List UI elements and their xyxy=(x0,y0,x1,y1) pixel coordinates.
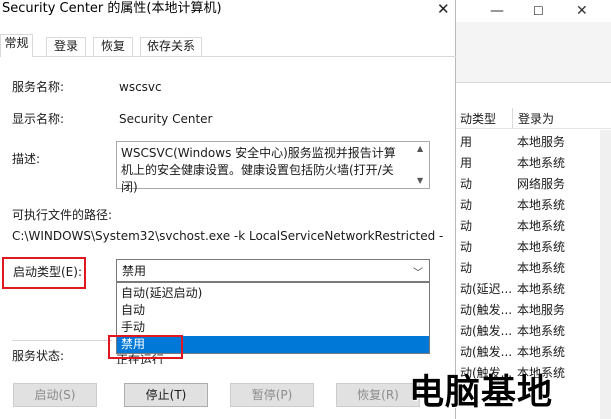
properties-dialog: Security Center 的属性(本地计算机) ✕ 常规 登录 恢复 依存… xyxy=(0,0,456,419)
startup-type-cell: 动 xyxy=(460,198,473,212)
table-row[interactable]: 动(触发... 本地系统 xyxy=(455,321,611,342)
table-row[interactable]: 动 本地系统 xyxy=(455,195,611,216)
dropdown-option-auto[interactable]: 自动 xyxy=(117,302,429,319)
log-on-as-cell: 本地服务 xyxy=(517,135,566,149)
startup-type-selected: 禁用 xyxy=(122,264,147,278)
dialog-title: Security Center 的属性(本地计算机) xyxy=(2,1,222,16)
column-header-startup-type[interactable]: 动类型 xyxy=(460,110,496,128)
display-name-value[interactable]: Security Center xyxy=(119,111,212,127)
table-row[interactable]: 动(延迟... 本地系统 xyxy=(455,279,611,300)
scroll-down-icon[interactable]: ▼ xyxy=(417,176,423,185)
table-row[interactable]: 动 本地系统 xyxy=(455,216,611,237)
startup-type-cell: 动(触发... xyxy=(460,303,513,317)
table-row[interactable]: 动(触发... 本地服务 xyxy=(455,300,611,321)
startup-type-cell: 动 xyxy=(460,240,473,254)
tab-dependencies[interactable]: 依存关系 xyxy=(140,37,202,56)
executable-path-value: C:\WINDOWS\System32\svchost.exe -k Local… xyxy=(12,229,444,243)
service-name-label: 服务名称: xyxy=(12,80,65,94)
log-on-as-cell: 本地系统 xyxy=(517,261,566,275)
minimize-icon[interactable]: — xyxy=(490,3,504,19)
description-text: WSCSVC(Windows 安全中心)服务监视并报告计算机上的安全健康设置。健… xyxy=(121,146,396,194)
pause-button[interactable]: 暂停(P) xyxy=(230,383,314,407)
startup-type-cell: 动 xyxy=(460,261,473,275)
log-on-as-cell: 本地服务 xyxy=(517,303,566,317)
start-button[interactable]: 启动(S) xyxy=(13,383,97,407)
description-field[interactable]: WSCSVC(Windows 安全中心)服务监视并报告计算机上的安全健康设置。健… xyxy=(116,141,430,194)
log-on-as-cell: 本地系统 xyxy=(517,345,566,359)
annotation-box-startup-label xyxy=(2,257,86,289)
header-divider xyxy=(455,128,611,129)
startup-type-cell: 动 xyxy=(460,219,473,233)
log-on-as-cell: 本地系统 xyxy=(517,198,566,212)
table-row[interactable]: 动(触发... 本地系统 xyxy=(455,342,611,363)
tab-recovery[interactable]: 恢复 xyxy=(93,37,133,56)
log-on-as-cell: 本地系统 xyxy=(517,282,566,296)
dropdown-option-manual[interactable]: 手动 xyxy=(117,319,429,336)
column-divider[interactable] xyxy=(512,108,513,128)
tab-general[interactable]: 常规 xyxy=(0,34,33,57)
description-scrollbar[interactable]: ▲ ▼ xyxy=(414,142,429,188)
startup-type-cell: 用 xyxy=(460,135,473,149)
tab-logon[interactable]: 登录 xyxy=(46,37,86,56)
startup-type-cell: 动 xyxy=(460,177,473,191)
table-row[interactable]: 用 本地服务 xyxy=(455,132,611,153)
executable-path-label: 可执行文件的路径: xyxy=(12,208,113,222)
services-scrollbar[interactable] xyxy=(600,130,611,419)
annotation-box-disabled-option xyxy=(108,335,183,359)
startup-type-cell: 动(触发... xyxy=(460,324,513,338)
table-row[interactable]: 用 本地系统 xyxy=(455,153,611,174)
display-name-label: 显示名称: xyxy=(12,112,65,126)
service-status-label: 服务状态: xyxy=(12,349,65,363)
log-on-as-cell: 网络服务 xyxy=(517,177,566,191)
resume-button[interactable]: 恢复(R) xyxy=(336,383,420,407)
close-icon[interactable]: ✕ xyxy=(437,0,450,18)
dropdown-option-auto-delayed[interactable]: 自动(延迟启动) xyxy=(117,285,429,302)
table-row[interactable]: 动 本地系统 xyxy=(455,258,611,279)
startup-type-cell: 用 xyxy=(460,156,473,170)
tab-divider xyxy=(0,56,456,57)
startup-type-select[interactable]: 禁用 ﹀ xyxy=(116,259,430,282)
close-icon[interactable]: ✕ xyxy=(576,3,588,19)
table-row[interactable]: 动 本地系统 xyxy=(455,237,611,258)
startup-type-cell: 动(延迟... xyxy=(460,282,513,296)
table-row[interactable]: 动 网络服务 xyxy=(455,174,611,195)
chevron-down-icon[interactable]: ﹀ xyxy=(413,264,423,279)
column-header-log-on-as[interactable]: 登录为 xyxy=(518,110,554,128)
watermark-logo: 电脑基地 xyxy=(409,372,554,413)
description-label: 描述: xyxy=(12,152,41,166)
service-name-value: wscsvc xyxy=(119,80,162,94)
maximize-icon[interactable]: ☐ xyxy=(533,3,544,19)
log-on-as-cell: 本地系统 xyxy=(517,156,566,170)
log-on-as-cell: 本地系统 xyxy=(517,240,566,254)
section-divider xyxy=(12,340,112,341)
startup-type-cell: 动(触发... xyxy=(460,345,513,359)
stop-button[interactable]: 停止(T) xyxy=(124,383,208,407)
log-on-as-cell: 本地系统 xyxy=(517,219,566,233)
log-on-as-cell: 本地系统 xyxy=(517,324,566,338)
scroll-up-icon[interactable]: ▲ xyxy=(417,144,423,153)
